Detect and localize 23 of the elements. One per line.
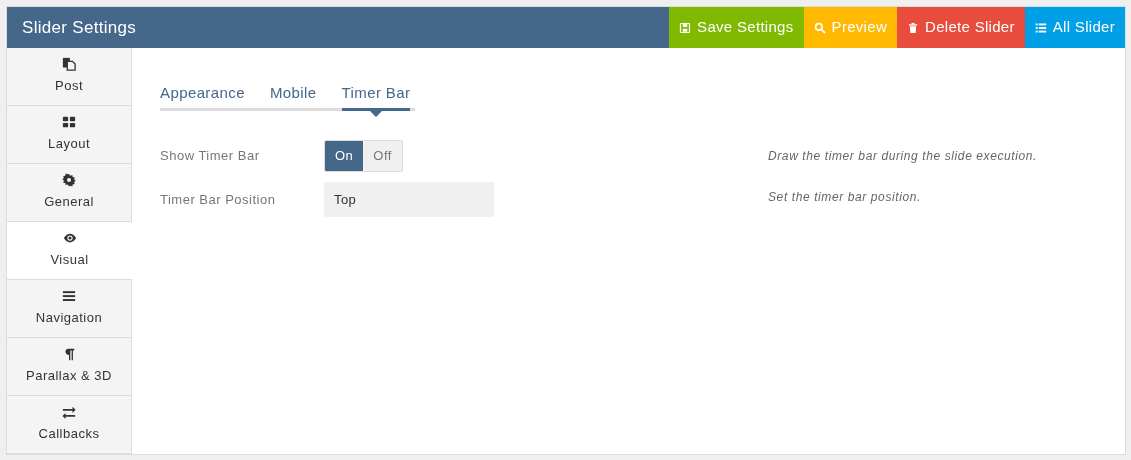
toggle-switch[interactable]: On Off xyxy=(324,139,403,172)
documents-icon xyxy=(62,57,76,72)
search-icon xyxy=(813,21,826,34)
tab[interactable]: Mobile xyxy=(269,82,317,108)
delete-button[interactable]: Delete Slider xyxy=(897,7,1025,48)
list-icon xyxy=(1034,21,1047,34)
select-field[interactable]: Top xyxy=(324,182,494,217)
settings-icon xyxy=(62,173,76,188)
menu-icon xyxy=(62,289,76,304)
trash-icon xyxy=(907,21,920,34)
setting-label: Timer Bar Position xyxy=(160,190,277,209)
grid-icon xyxy=(62,115,76,130)
help-text: Set the timer bar position. xyxy=(768,189,922,206)
toggle-option[interactable]: Off xyxy=(363,140,402,171)
swap-arrows-icon xyxy=(62,405,76,420)
help-text: Draw the timer bar during the slide execution. xyxy=(768,148,1038,165)
tab[interactable]: Timer Bar xyxy=(341,82,411,111)
setting-label: Show Timer Bar xyxy=(160,146,261,165)
window-title: Slider Settings xyxy=(21,16,138,39)
toggle-option[interactable]: On xyxy=(325,140,364,171)
tab[interactable]: Appearance xyxy=(160,82,245,108)
tab-pointer-icon xyxy=(369,110,382,117)
sidebar-item[interactable]: Visual xyxy=(7,222,132,280)
